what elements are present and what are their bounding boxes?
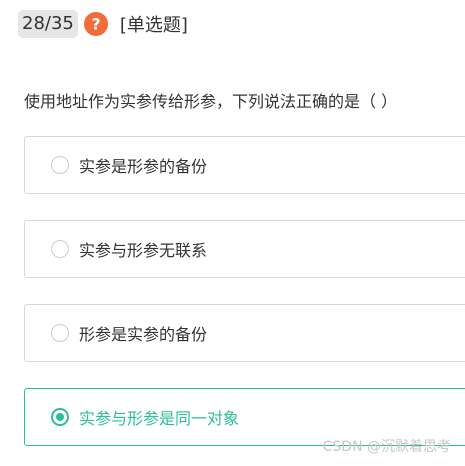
question-header: 28/35 ? [单选题] bbox=[18, 8, 188, 40]
radio-circle-icon[interactable] bbox=[51, 408, 69, 426]
watermark: CSDN @沉默着思考 bbox=[322, 439, 451, 455]
question-text: 使用地址作为实参传给形参，下列说法正确的是（ ） bbox=[24, 92, 398, 111]
option-label: 形参是实参的备份 bbox=[79, 325, 208, 344]
radio-circle-icon[interactable] bbox=[51, 324, 69, 342]
question-type: [单选题] bbox=[119, 15, 188, 36]
option-label: 实参与形参无联系 bbox=[79, 241, 208, 260]
help-icon[interactable]: ? bbox=[83, 12, 108, 36]
quiz-page: 28/35 ? [单选题] 使用地址作为实参传给形参，下列说法正确的是（ ） 实… bbox=[0, 0, 465, 466]
svg-text:?: ? bbox=[91, 15, 100, 34]
radio-circle-icon[interactable] bbox=[51, 240, 69, 258]
option-a[interactable]: 实参是形参的备份 bbox=[24, 136, 465, 194]
option-b[interactable]: 实参与形参无联系 bbox=[24, 220, 465, 278]
option-label: 实参与形参是同一对象 bbox=[79, 409, 240, 428]
option-c[interactable]: 形参是实参的备份 bbox=[24, 304, 465, 362]
option-label: 实参是形参的备份 bbox=[79, 157, 208, 176]
question-counter: 28/35 bbox=[18, 10, 78, 38]
radio-circle-icon[interactable] bbox=[51, 156, 69, 174]
